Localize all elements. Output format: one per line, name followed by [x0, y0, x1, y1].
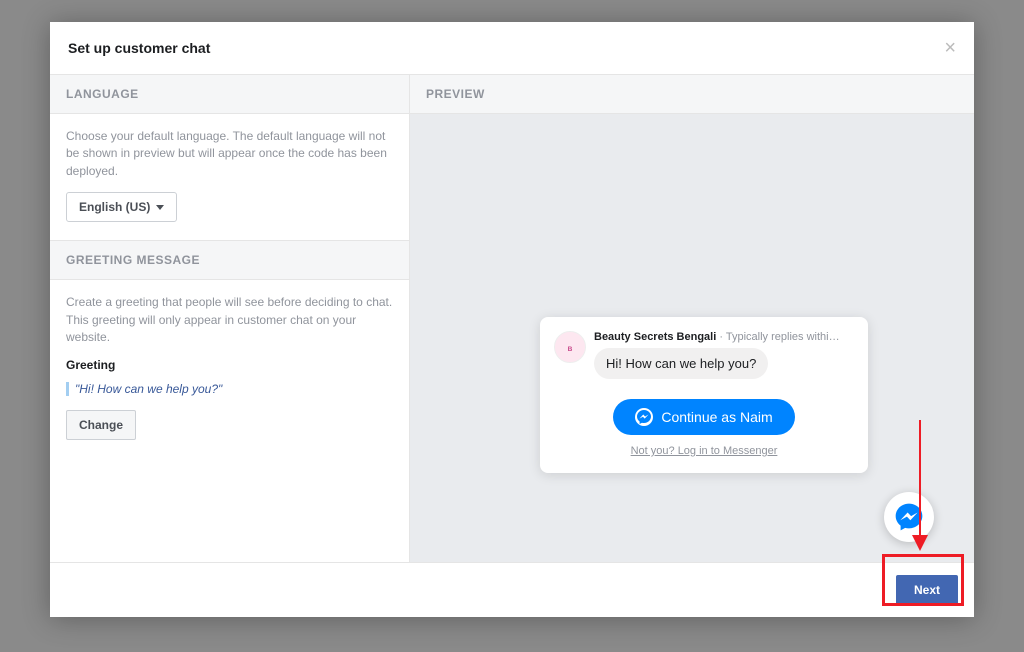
greeting-help-text: Create a greeting that people will see b…: [66, 294, 393, 346]
close-icon[interactable]: ×: [944, 38, 956, 58]
language-dropdown[interactable]: English (US): [66, 192, 177, 222]
language-section-body: Choose your default language. The defaul…: [50, 114, 409, 240]
preview-section-header: PREVIEW: [410, 75, 974, 114]
language-selected: English (US): [79, 200, 150, 214]
chat-widget-top: B Beauty Secrets Bengali · Typically rep…: [540, 317, 868, 389]
modal-title: Set up customer chat: [68, 40, 210, 56]
modal-footer: Next: [50, 562, 974, 617]
continue-as-label: Continue as Naim: [661, 409, 772, 425]
messenger-bubble-button[interactable]: [884, 492, 934, 542]
preview-panel: PREVIEW B Beauty Secrets Bengali · Typic…: [410, 75, 974, 562]
messenger-icon: [635, 408, 653, 426]
modal-body: LANGUAGE Choose your default language. T…: [50, 75, 974, 562]
chat-widget-bottom: Continue as Naim Not you? Log in to Mess…: [540, 389, 868, 473]
settings-panel: LANGUAGE Choose your default language. T…: [50, 75, 410, 562]
messenger-icon: [894, 502, 924, 532]
greeting-text: "Hi! How can we help you?": [66, 382, 393, 396]
modal-header: Set up customer chat ×: [50, 22, 974, 75]
language-help-text: Choose your default language. The defaul…: [66, 128, 393, 180]
not-you-link[interactable]: Not you? Log in to Messenger: [554, 445, 854, 457]
chat-widget: B Beauty Secrets Bengali · Typically rep…: [540, 317, 868, 473]
chat-reply-time: Typically replies withi…: [726, 331, 840, 343]
greeting-label: Greeting: [66, 358, 393, 372]
svg-text:B: B: [568, 346, 573, 353]
caret-down-icon: [156, 205, 164, 210]
chat-page-line: Beauty Secrets Bengali · Typically repli…: [594, 331, 854, 343]
language-section-header: LANGUAGE: [50, 75, 409, 114]
next-button[interactable]: Next: [896, 575, 958, 605]
greeting-section-header: GREETING MESSAGE: [50, 240, 409, 280]
page-avatar: B: [554, 331, 586, 363]
chat-greeting-bubble: Hi! How can we help you?: [594, 348, 768, 379]
greeting-section-body: Create a greeting that people will see b…: [50, 280, 409, 458]
continue-as-button[interactable]: Continue as Naim: [613, 399, 794, 435]
change-greeting-button[interactable]: Change: [66, 410, 136, 440]
chat-page-name: Beauty Secrets Bengali: [594, 331, 716, 343]
setup-customer-chat-modal: Set up customer chat × LANGUAGE Choose y…: [50, 22, 974, 617]
